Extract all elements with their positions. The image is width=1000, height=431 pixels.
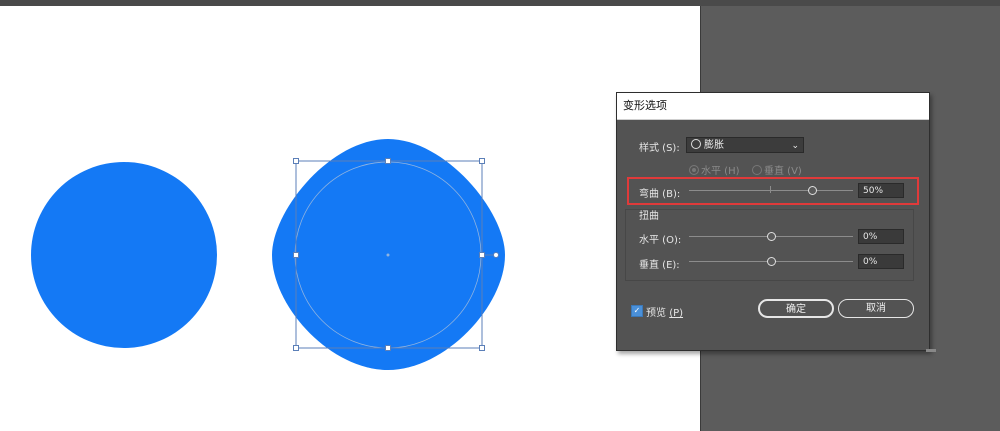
radio-vertical-label: 垂直 (V) xyxy=(764,166,802,177)
artboard[interactable] xyxy=(0,6,701,431)
preview-label[interactable]: 预览 (P) xyxy=(646,304,683,319)
vertical-distort-label: 垂直 (E): xyxy=(639,260,680,271)
handle-bottom-center[interactable] xyxy=(385,345,391,351)
bend-slider-thumb[interactable] xyxy=(807,186,817,195)
rotate-handle[interactable] xyxy=(493,252,499,258)
bloat-style-icon xyxy=(691,139,701,149)
handle-top-left[interactable] xyxy=(293,158,299,164)
preview-shortcut: (P) xyxy=(669,308,684,319)
center-point-marker xyxy=(386,253,390,257)
radio-horizontal[interactable]: 水平 (H) xyxy=(689,162,740,177)
style-value: 膨胀 xyxy=(704,140,724,151)
radio-vertical[interactable]: 垂直 (V) xyxy=(752,162,802,177)
handle-middle-left[interactable] xyxy=(293,252,299,258)
dialog-title[interactable]: 变形选项 xyxy=(617,93,929,120)
horizontal-value-field[interactable]: 0% xyxy=(858,229,904,244)
style-dropdown[interactable]: 膨胀 ⌄ xyxy=(686,137,804,153)
handle-bottom-left[interactable] xyxy=(293,345,299,351)
cancel-button[interactable]: 取消 xyxy=(838,299,914,318)
radio-dot-icon xyxy=(689,165,699,175)
checkmark-icon: ✓ xyxy=(633,306,641,315)
handle-top-center[interactable] xyxy=(385,158,391,164)
bend-label: 弯曲 (B): xyxy=(639,189,681,200)
handle-bottom-right[interactable] xyxy=(479,345,485,351)
vertical-value-field[interactable]: 0% xyxy=(858,254,904,269)
warp-options-dialog: 变形选项 样式 (S): 膨胀 ⌄ 水平 (H) 垂直 (V) 弯曲 (B): … xyxy=(616,92,930,351)
dialog-resize-grip[interactable] xyxy=(926,349,936,352)
chevron-down-icon: ⌄ xyxy=(791,141,799,151)
handle-top-right[interactable] xyxy=(479,158,485,164)
bend-value-field[interactable]: 50% xyxy=(858,183,904,198)
handle-middle-right[interactable] xyxy=(479,252,485,258)
horizontal-slider-thumb[interactable] xyxy=(766,232,776,241)
canvas-svg xyxy=(31,139,505,370)
vertical-slider-thumb[interactable] xyxy=(766,257,776,266)
radio-empty-icon xyxy=(752,165,762,175)
preview-checkbox[interactable]: ✓ xyxy=(631,305,643,317)
bend-slider-center-tick xyxy=(770,186,771,193)
radio-horizontal-label: 水平 (H) xyxy=(701,166,740,177)
style-label: 样式 (S): xyxy=(639,143,680,154)
bend-slider-track[interactable] xyxy=(689,190,853,191)
blue-circle-shape[interactable] xyxy=(31,162,217,348)
horizontal-distort-label: 水平 (O): xyxy=(639,235,682,246)
preview-text: 预览 xyxy=(646,308,666,319)
ok-button[interactable]: 确定 xyxy=(758,299,834,318)
